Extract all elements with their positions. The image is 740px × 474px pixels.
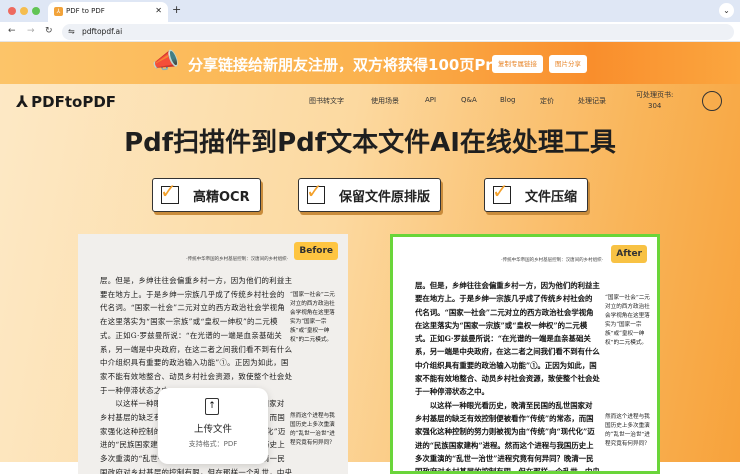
text-line: 国政府对乡村基层的控制有限，但在那样一个乱世，中央 bbox=[100, 467, 293, 474]
text-line: 家强化这种控制的努力则被视为由“传统”向“现代化”迈 bbox=[415, 427, 595, 437]
back-icon[interactable]: ← bbox=[8, 26, 16, 36]
checkmark-icon: ✓ bbox=[306, 179, 325, 204]
text-line: 家不能有效地整合、动员乡村社会资源，致使整个社会处 bbox=[100, 371, 293, 381]
text-line: 在这里落实为“国家一宗族”或“皇权一绅权”的二元模 bbox=[100, 317, 278, 327]
text-line: 乡村基层的缺乏有效控制便被看作“传统”的常态，而国 bbox=[415, 413, 594, 423]
browser-tab[interactable]: ⅄ PDF to PDF ✕ bbox=[48, 2, 168, 22]
text-line: 代名词。“国家一社会”二元对立的西方政治社会学视角 bbox=[100, 303, 286, 313]
minimize-window-button[interactable] bbox=[20, 7, 28, 15]
forward-icon[interactable]: → bbox=[27, 26, 35, 36]
text-line: 代名词。“国家一社会”二元对立的西方政治社会学视角 bbox=[415, 307, 594, 317]
reload-icon[interactable]: ↻ bbox=[45, 26, 53, 36]
page-title: Pdf扫描件到Pdf文本文件AI在线处理工具 bbox=[124, 128, 616, 158]
quota-value: 304 bbox=[647, 102, 662, 110]
pdf-favicon-icon: ⅄ bbox=[54, 7, 63, 16]
logo[interactable]: ⅄ PDFtoPDF bbox=[16, 92, 116, 111]
nav-pricing[interactable]: 定价 bbox=[540, 96, 554, 106]
page: 📣 分享链接给新朋友注册，双方将获得100页Pro转换 复制专属链接 图片分享 … bbox=[0, 42, 740, 474]
upload-label: 上传文件 bbox=[193, 424, 232, 435]
nav-api[interactable]: API bbox=[425, 96, 436, 104]
site-settings-icon[interactable]: ⇋ bbox=[68, 24, 75, 40]
text-line: 要在地方上。于是乡绅一宗族几乎成了传统乡村社会的 bbox=[415, 294, 593, 304]
text-line: 在这里落实为“国家一宗族”或“皇权一绅权”的二元模 bbox=[415, 320, 588, 330]
new-tab-button[interactable]: + bbox=[172, 3, 181, 16]
url-input[interactable]: ⇋ pdftopdf.ai bbox=[62, 24, 734, 40]
pdf-logo-icon: ⅄ bbox=[16, 92, 29, 111]
text-line: 系，另一端是中央政府，在这二者之间我们看不到有什么 bbox=[100, 344, 293, 354]
page-header: ·传统中华帝国的乡村基层控制：汉唐间的乡村组织· bbox=[186, 257, 288, 262]
quota: 可处理页书: 304 bbox=[636, 90, 673, 112]
promo-message: 分享链接给新朋友注册，双方将获得100页Pro转换 bbox=[188, 56, 534, 74]
text-line: 式。正如G·罗兹曼所说：“在光谱的一端是血亲基础关 bbox=[100, 330, 283, 340]
margin-note: 然而这个进程与我国历史上多次重演的“乱世一治世”进程究竟有何异同？ bbox=[605, 414, 650, 447]
text-line: 式。正如G·罗兹曼所说：“在光谱的一端是血亲基础关 bbox=[415, 334, 591, 344]
maximize-window-button[interactable] bbox=[32, 7, 40, 15]
margin-note: “国家一社会”二元对立的西方政治社会学视角在这里落实为“国家一宗族”或“皇权一绅… bbox=[290, 292, 335, 343]
text-line: 层。但是，乡绅往往会偏重乡村一方，因为他们的利益主 bbox=[415, 281, 600, 290]
after-badge: After bbox=[611, 245, 647, 263]
checkmark-icon: ✓ bbox=[492, 179, 511, 204]
nav-book-to-text[interactable]: 图书转文字 bbox=[309, 96, 344, 106]
document-body: 层。但是，乡绅往往会偏重乡村一方，因为他们的利益主 要在地方上。于是乡绅一宗族几乎… bbox=[415, 279, 600, 474]
upload-file-button[interactable]: ↑ 上传文件 支持格式：PDF bbox=[158, 388, 268, 464]
text-line: 以这样一种眼光看历史，晚清至民国的乱世国家对 bbox=[415, 400, 593, 410]
text-line: 家不能有效地整合、动员乡村社会资源，致使整个社会处 bbox=[415, 374, 600, 384]
feature-ocr: ✓ 高精OCR bbox=[152, 178, 261, 212]
logo-text: PDFtoPDF bbox=[31, 93, 117, 111]
text-line: 多次重演的“乱世一治世”进程究竟有何异同？晚清一民 bbox=[415, 453, 594, 463]
nav-blog[interactable]: Blog bbox=[500, 96, 515, 104]
tab-title: PDF to PDF bbox=[66, 7, 105, 15]
before-badge: Before bbox=[294, 242, 338, 260]
address-bar: ← → ↻ ⇋ pdftopdf.ai bbox=[0, 22, 740, 42]
upload-formats: 支持格式：PDF bbox=[188, 440, 238, 448]
text-line: 层。但是，乡绅往往会偏重乡村一方，因为他们的利益主 bbox=[100, 276, 293, 285]
text-line: 国政府对乡村基层的控制有限，但在那样一个乱世，中央 bbox=[415, 467, 600, 474]
feature-keep-layout: ✓ 保留文件原排版 bbox=[298, 178, 442, 212]
text-line: 于一种停滞状态之中。 bbox=[415, 387, 489, 397]
nav-history[interactable]: 处理记录 bbox=[578, 96, 606, 106]
image-share-button[interactable]: 图片分享 bbox=[549, 55, 587, 73]
main-nav: ⅄ PDFtoPDF 图书转文字 使用场景 API Q&A Blog 定价 处理记… bbox=[0, 84, 740, 118]
close-window-button[interactable] bbox=[8, 7, 16, 15]
text-line: 进的“民族国家建构”进程。然而这个进程与我国历史上 bbox=[415, 440, 594, 450]
file-upload-icon: ↑ bbox=[205, 398, 219, 415]
text-line: 系，另一端是中央政府，在这二者之间我们看不到有什么 bbox=[415, 347, 600, 357]
browser-tab-bar: ⅄ PDF to PDF ✕ + ⌄ bbox=[0, 0, 740, 22]
nav-use-cases[interactable]: 使用场景 bbox=[371, 96, 399, 106]
page-header: ·传统中华帝国的乡村基层控制：汉唐间的乡村组织· bbox=[501, 258, 603, 263]
text-line: 要在地方上。于是乡绅一宗族几乎成了传统乡村社会的 bbox=[100, 289, 285, 299]
megaphone-icon: 📣 bbox=[152, 49, 180, 74]
margin-note: 然而这个进程与我国历史上多次重演的“乱世一治世”进程究竟有何异同？ bbox=[290, 413, 335, 446]
text-line: 中介组织具有重要的政治输入功能”①。正因为如此，国 bbox=[415, 360, 597, 370]
checkmark-icon: ✓ bbox=[160, 179, 179, 204]
margin-note: “国家一社会”二元对立的西方政治社会学视角在这里落实为“国家一宗族”或“皇权一绅… bbox=[605, 295, 650, 346]
url-text: pdftopdf.ai bbox=[82, 27, 123, 36]
nav-qa[interactable]: Q&A bbox=[461, 96, 477, 104]
feature-label: 保留文件原排版 bbox=[339, 189, 431, 205]
user-avatar-icon[interactable] bbox=[702, 91, 722, 111]
after-preview: After ·传统中华帝国的乡村基层控制：汉唐间的乡村组织· 层。但是，乡绅往往… bbox=[390, 234, 660, 474]
feature-compress: ✓ 文件压缩 bbox=[484, 178, 589, 212]
feature-label: 文件压缩 bbox=[525, 189, 578, 205]
text-line: 中介组织具有重要的政治输入功能”①。正因为如此，国 bbox=[100, 358, 289, 368]
feature-label: 高精OCR bbox=[193, 189, 250, 205]
quota-label: 可处理页书: bbox=[636, 91, 674, 99]
close-tab-icon[interactable]: ✕ bbox=[155, 6, 162, 15]
copy-link-button[interactable]: 复制专属链接 bbox=[492, 55, 543, 73]
tab-search-chevron-icon[interactable]: ⌄ bbox=[719, 3, 734, 18]
promo-banner: 📣 分享链接给新朋友注册，双方将获得100页Pro转换 复制专属链接 图片分享 bbox=[0, 42, 740, 84]
